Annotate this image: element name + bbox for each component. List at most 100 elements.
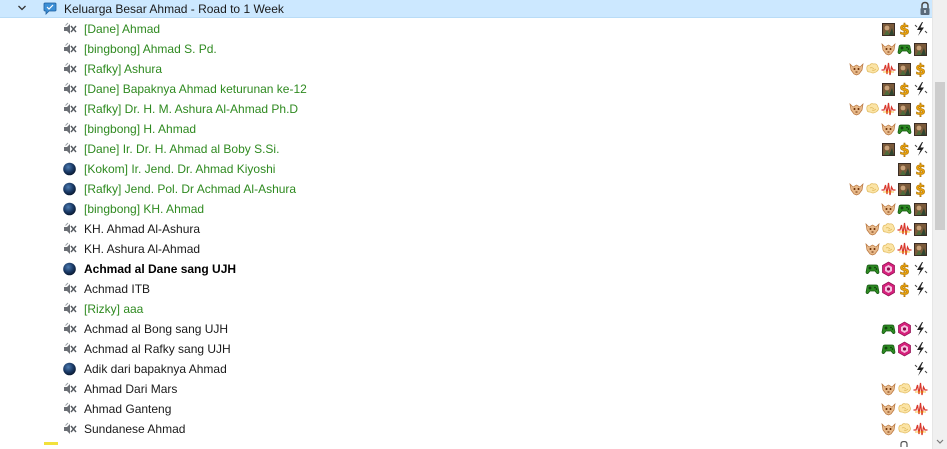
channel-icon	[43, 2, 57, 15]
lightning-badge-icon	[913, 141, 928, 157]
client-row[interactable]: [bingbong] KH. Ahmad	[0, 199, 932, 219]
client-row[interactable]: Sundanese Ahmad	[0, 419, 932, 439]
speaker-muted-icon	[62, 122, 77, 136]
speaker-muted-icon	[62, 282, 77, 296]
client-name: Adik dari bapaknya Ahmad	[84, 362, 227, 376]
lightning-badge-icon	[913, 321, 928, 337]
client-row[interactable]: Achmad al Rafky sang UJH	[0, 339, 932, 359]
client-badges	[881, 321, 928, 337]
speaker-muted-icon	[62, 242, 77, 256]
chevron-down-icon[interactable]	[18, 4, 26, 12]
client-row[interactable]: KH. Ahmad Al-Ashura	[0, 219, 932, 239]
scrollbar-thumb[interactable]	[935, 82, 945, 230]
client-badges: $	[865, 280, 928, 299]
client-name: Ahmad Ganteng	[84, 402, 172, 416]
portrait-badge-icon	[881, 21, 896, 37]
client-row[interactable]: Ahmad Ganteng	[0, 399, 932, 419]
client-row[interactable]: [Rizky] aaa	[0, 299, 932, 319]
portrait-badge-icon	[881, 81, 896, 97]
brain-badge-icon	[865, 181, 880, 197]
gamepad-badge-icon	[897, 121, 912, 137]
client-badges	[881, 121, 928, 137]
wolf-badge-icon	[849, 181, 864, 197]
speaker-muted-icon	[62, 342, 77, 356]
speaker-muted-icon	[62, 82, 77, 96]
pulse-badge-icon	[913, 401, 928, 417]
dollar-badge-icon: $	[897, 280, 912, 299]
lightning-badge-icon	[913, 81, 928, 97]
dollar-badge-icon: $	[897, 80, 912, 99]
client-badges	[881, 401, 928, 417]
client-name: [Dane] Ahmad	[84, 22, 161, 36]
client-row[interactable]: [Rafky] Dr. H. M. Ashura Al-Ahmad Ph.D $	[0, 99, 932, 119]
client-badges	[881, 341, 928, 357]
client-badges: $	[897, 160, 928, 179]
client-row[interactable]: [Dane] Bapaknya Ahmad keturunan ke-12 $	[0, 79, 932, 99]
svg-text:$: $	[899, 21, 909, 37]
client-name: Ahmad Dari Mars	[84, 382, 178, 396]
client-row[interactable]: [Rafky] Jend. Pol. Dr Achmad Al-Ashura $	[0, 179, 932, 199]
wolf-badge-icon	[865, 241, 880, 257]
portrait-badge-icon	[913, 121, 928, 137]
client-row[interactable]: Achmad al Dane sang UJH $	[0, 259, 932, 279]
client-name: Achmad al Rafky sang UJH	[84, 342, 231, 356]
pulse-badge-icon	[913, 381, 928, 397]
client-badges	[881, 381, 928, 397]
speaker-muted-icon	[62, 302, 77, 316]
client-name: KH. Ashura Al-Ahmad	[84, 242, 201, 256]
svg-text:$: $	[899, 141, 909, 157]
client-row[interactable]: Achmad ITB $	[0, 279, 932, 299]
client-row[interactable]: [Rafky] Ashura $	[0, 59, 932, 79]
client-badges: $	[881, 20, 928, 39]
client-badges: $	[865, 260, 928, 279]
svg-text:$: $	[915, 181, 925, 197]
portrait-badge-icon	[913, 41, 928, 57]
pulse-badge-icon	[881, 61, 896, 77]
pulse-badge-icon	[881, 101, 896, 117]
brain-badge-icon	[881, 241, 896, 257]
client-row[interactable]: KH. Ashura Al-Ahmad	[0, 239, 932, 259]
client-row[interactable]: Achmad al Bong sang UJH	[0, 319, 932, 339]
portrait-badge-icon	[897, 161, 912, 177]
client-name: [bingbong] KH. Ahmad	[84, 202, 205, 216]
dark-ball-icon	[62, 362, 77, 376]
client-name: KH. Ahmad Al-Ashura	[84, 222, 201, 236]
client-name: [Rafky] Ashura	[84, 62, 163, 76]
client-row[interactable]: [bingbong] Ahmad S. Pd.	[0, 39, 932, 59]
client-badges: $	[849, 180, 928, 199]
vertical-scrollbar[interactable]	[932, 0, 947, 449]
portrait-badge-icon	[881, 141, 896, 157]
client-name: [bingbong] Ahmad S. Pd.	[84, 42, 217, 56]
client-name: [Rafky] Jend. Pol. Dr Achmad Al-Ashura	[84, 182, 297, 196]
brain-badge-icon	[897, 401, 912, 417]
speaker-muted-icon	[62, 62, 77, 76]
client-badges	[865, 241, 928, 257]
client-name: [Dane] Ir. Dr. H. Ahmad al Boby S.Si.	[84, 142, 280, 156]
wolf-badge-icon	[881, 121, 896, 137]
dollar-badge-icon: $	[913, 60, 928, 79]
client-row[interactable]: [Dane] Ahmad $	[0, 19, 932, 39]
dark-ball-icon	[62, 262, 77, 276]
speaker-muted-icon	[62, 22, 77, 36]
client-row[interactable]: Adik dari bapaknya Ahmad	[0, 359, 932, 379]
speaker-muted-icon	[62, 222, 77, 236]
client-row[interactable]: [Dane] Ir. Dr. H. Ahmad al Boby S.Si. $	[0, 139, 932, 159]
wolf-badge-icon	[849, 101, 864, 117]
client-badges	[881, 41, 928, 57]
client-badges	[881, 421, 928, 437]
channel-row[interactable]: Keluarga Besar Ahmad - Road to 1 Week	[0, 0, 932, 18]
brain-badge-icon	[897, 421, 912, 437]
channel-tree[interactable]: Keluarga Besar Ahmad - Road to 1 Week [D…	[0, 0, 932, 449]
lightning-badge-icon	[913, 21, 928, 37]
client-row[interactable]: [bingbong] H. Ahmad	[0, 119, 932, 139]
client-row[interactable]: [Kokom] Ir. Jend. Dr. Ahmad Kiyoshi $	[0, 159, 932, 179]
client-row[interactable]: Ahmad Dari Mars	[0, 379, 932, 399]
gamepad-badge-icon	[897, 41, 912, 57]
scroll-down-arrow-icon[interactable]	[936, 438, 944, 446]
client-badges: $	[881, 140, 928, 159]
speaker-muted-icon	[62, 402, 77, 416]
wolf-badge-icon	[881, 381, 896, 397]
wolf-badge-icon	[881, 421, 896, 437]
portrait-badge-icon	[897, 101, 912, 117]
dollar-badge-icon: $	[913, 160, 928, 179]
